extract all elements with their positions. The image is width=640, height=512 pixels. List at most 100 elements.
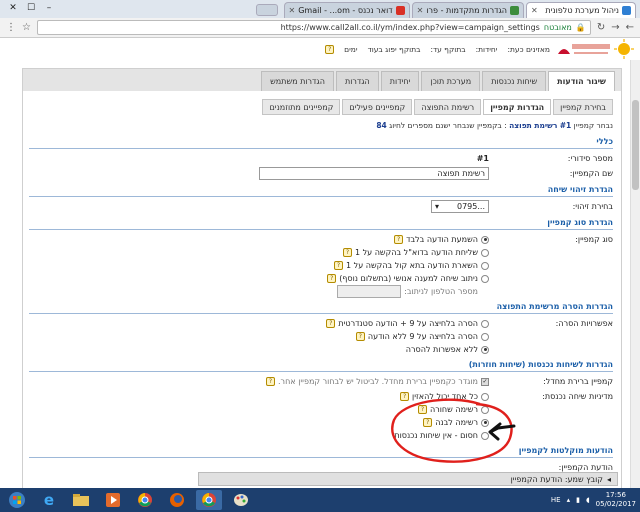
policy-option-blacklist[interactable]: רשימה שחורה? (29, 403, 489, 416)
removal-option-none[interactable]: ללא אפשרות להסרה (29, 343, 489, 356)
radio-button[interactable] (481, 319, 489, 328)
policy-option-everyone[interactable]: כל אחד יכול להאזין? (29, 390, 489, 403)
site-logo (554, 38, 634, 60)
section-messages: הודעות מוקלטות לקמפיין (29, 443, 613, 458)
help-icon[interactable]: ? (266, 377, 276, 386)
help-icon[interactable]: ? (400, 392, 410, 401)
audio-file-bar[interactable]: ◂ קובץ שמע: הודעת הקמפיין (198, 472, 618, 486)
numbers-count: 84 (376, 121, 387, 130)
type-option-email[interactable]: שליחת הודעה בדוא"ל בהקשה על 1? (29, 246, 489, 259)
transfer-phone-row: מספר הטלפון לניתוב: (29, 285, 489, 298)
maximize-window-icon[interactable]: ☐ (22, 1, 40, 15)
campaign-name-input[interactable]: רשימת תפוצה (259, 167, 489, 180)
address-bar[interactable]: https://www.call2all.co.il/ym/index.php?… (36, 20, 591, 35)
radio-button[interactable] (481, 261, 489, 270)
scrollbar-thumb[interactable] (632, 100, 639, 190)
close-tab-icon[interactable]: ✕ (417, 6, 424, 15)
radio-button[interactable] (481, 235, 489, 244)
serial-value: #1 (476, 154, 489, 163)
subtab-mailing-list[interactable]: רשימת התפוצה (414, 99, 482, 115)
radio-button[interactable] (481, 345, 489, 354)
main-tab-bar: שיגור הודעות שיחות נכנסות מערכת תוכן יחי… (23, 69, 621, 91)
taskbar-firefox[interactable] (164, 490, 190, 510)
browser-tab[interactable]: הגדרות מתקדמות - פרו ✕ (411, 2, 524, 18)
help-icon[interactable]: ? (325, 44, 335, 54)
browser-tab-gmail[interactable]: דואר נכנס - Gmail - ...om ✕ (283, 2, 410, 18)
remaining-text: בתוקף יפוג בעוד (367, 44, 421, 54)
subtab-scheduled-campaigns[interactable]: קמפיינים מתוזמנים (262, 99, 341, 115)
sub-tab-bar: בחירת קמפיין הגדרות קמפיין רשימת התפוצה … (262, 99, 613, 115)
bookmark-star-icon[interactable]: ☆ (22, 22, 31, 33)
close-tab-icon[interactable]: ✕ (531, 6, 538, 15)
close-tab-icon[interactable]: ✕ (289, 6, 296, 15)
radio-button[interactable] (481, 418, 489, 427)
policy-option-blocked[interactable]: חסום - אין שיחות נכנסות (29, 429, 489, 442)
browser-tab-title: דואר נכנס - Gmail - ...om (298, 6, 393, 15)
policy-option-whitelist[interactable]: רשימה לבנה? (29, 416, 489, 429)
expiry-label: בתוקף עד: (430, 44, 466, 54)
removal-option-standard[interactable]: הסרה בלחיצה על 9 + הודעה סטנדרטית? (29, 317, 489, 330)
tab-settings[interactable]: הגדרות (335, 71, 379, 91)
subtab-choose-campaign[interactable]: בחירת קמפיין (553, 99, 613, 115)
help-icon[interactable]: ? (334, 261, 344, 270)
radio-button[interactable] (481, 332, 489, 341)
help-icon[interactable]: ? (418, 405, 427, 414)
help-icon[interactable]: ? (342, 248, 352, 257)
help-icon[interactable]: ? (355, 332, 365, 341)
browser-tab-active[interactable]: ניהול מערכת טלפונית ✕ (526, 2, 636, 18)
radio-button[interactable] (481, 392, 489, 401)
new-tab-button[interactable] (255, 4, 278, 16)
removal-option-silent[interactable]: הסרה בלחיצה על 9 ללא הודעה? (29, 330, 489, 343)
radio-button[interactable] (481, 274, 489, 283)
clock[interactable]: 17:56 05/02/2017 (596, 491, 636, 509)
taskbar-explorer[interactable] (68, 490, 94, 510)
folder-icon (73, 494, 89, 506)
minimize-window-icon[interactable]: – (40, 1, 58, 15)
tab-content-system[interactable]: מערכת תוכן (421, 71, 481, 91)
tray-arrow-icon[interactable]: ▴ (567, 496, 571, 504)
taskbar-chrome[interactable] (132, 490, 158, 510)
taskbar-ie[interactable]: e (36, 490, 62, 510)
language-indicator[interactable]: HE (551, 496, 561, 504)
help-icon[interactable]: ? (327, 274, 337, 283)
menu-icon[interactable]: ⋮ (6, 22, 16, 33)
gmail-icon (395, 6, 405, 15)
volume-icon[interactable]: ◖ (586, 496, 590, 504)
taskbar-media[interactable] (100, 490, 126, 510)
media-player-icon (106, 493, 120, 507)
back-icon[interactable]: ← (626, 22, 634, 33)
help-icon[interactable]: ? (423, 418, 433, 427)
type-row: סוג קמפיין: השמעת הודעה בלבד? שליחת הודע… (29, 233, 613, 298)
subtab-campaign-settings[interactable]: הגדרות קמפיין (483, 99, 552, 115)
tab-incoming-calls[interactable]: שיחות נכנסות (482, 71, 547, 91)
transfer-phone-input[interactable] (337, 285, 402, 298)
type-option-voicemail[interactable]: השארת הודעה בתא קול בהקשה על 1? (29, 259, 489, 272)
campaign-name: רשימת תפוצה (509, 121, 558, 130)
type-option-transfer[interactable]: ניתוב שיחה למענה אנושי (בתשלום נוסף)? (29, 272, 489, 285)
default-campaign-label: קמפיין ברירת מחדל: (543, 377, 613, 386)
main-panel: שיגור הודעות שיחות נכנסות מערכת תוכן יחי… (22, 68, 622, 508)
campaign-message-label: הודעת הקמפיין: (558, 463, 613, 472)
logo-sun-icon (558, 39, 634, 59)
tab-send-messages[interactable]: שיגור הודעות (548, 71, 615, 91)
network-icon[interactable]: ▮ (576, 496, 580, 504)
radio-button[interactable] (481, 248, 489, 257)
close-window-icon[interactable]: ✕ (4, 1, 22, 15)
page-scrollbar[interactable] (630, 60, 640, 488)
forward-icon[interactable]: → (611, 22, 619, 33)
campaign-settings-form: נבחר קמפיין #1 רשימת תפוצה : בקמפיין שנב… (29, 121, 613, 476)
taskbar-paint[interactable] (228, 490, 254, 510)
start-button[interactable] (4, 490, 30, 510)
caller-id-select[interactable]: ▾ 0795... (431, 200, 489, 213)
radio-button[interactable] (481, 431, 489, 440)
subtab-active-campaigns[interactable]: קמפיינים פעילים (342, 99, 413, 115)
reload-icon[interactable]: ↻ (597, 22, 605, 33)
taskbar-chrome-active[interactable] (196, 490, 222, 510)
radio-button[interactable] (481, 405, 489, 414)
help-icon[interactable]: ? (326, 319, 336, 328)
help-icon[interactable]: ? (394, 235, 404, 244)
policy-row: מדיניות שיחה נכנסת: כל אחד יכול להאזין? … (29, 390, 613, 442)
tab-user-settings[interactable]: הגדרות משתמש (261, 71, 334, 91)
type-option-play[interactable]: השמעת הודעה בלבד? (29, 233, 489, 246)
tab-units[interactable]: יחידות (380, 71, 420, 91)
